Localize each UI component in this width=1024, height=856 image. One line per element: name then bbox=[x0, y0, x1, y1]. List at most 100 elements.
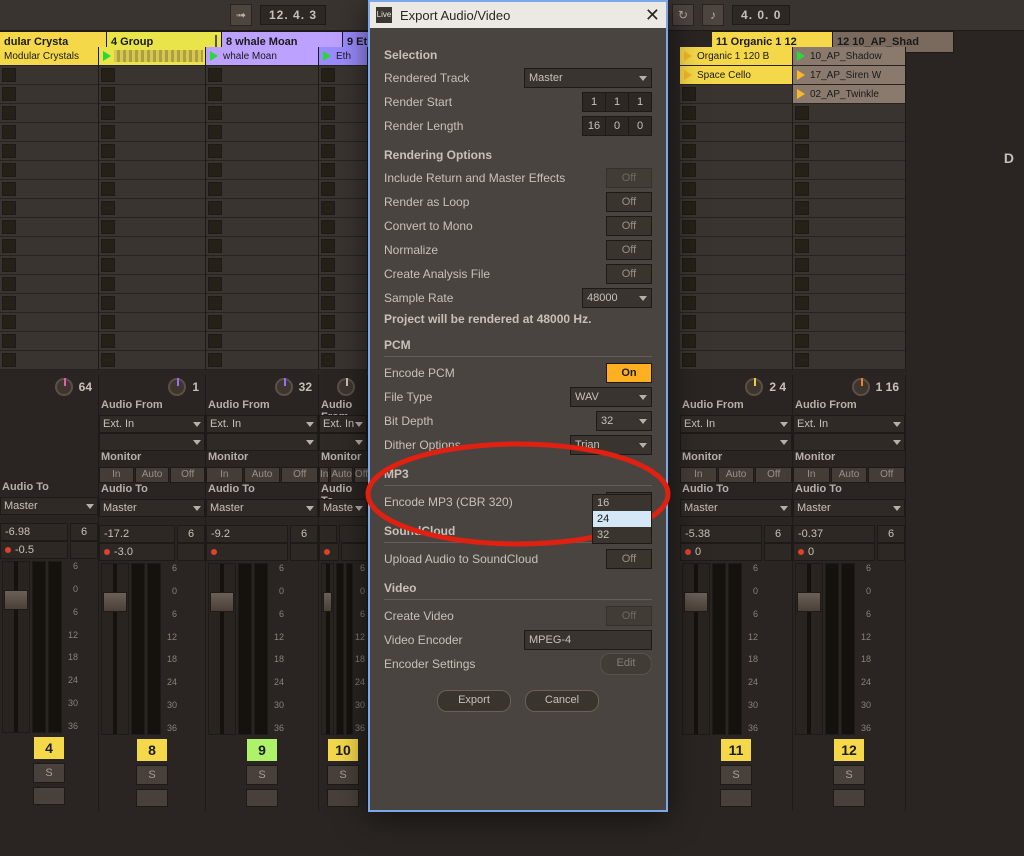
clip-slot[interactable] bbox=[319, 237, 367, 256]
clip-slot[interactable] bbox=[99, 294, 205, 313]
clip-slot[interactable] bbox=[0, 85, 98, 104]
render-loop-toggle[interactable]: Off bbox=[606, 192, 652, 212]
clip-slot[interactable] bbox=[0, 142, 98, 161]
clip-slot[interactable] bbox=[319, 161, 367, 180]
audio-from-select[interactable]: Ext. In bbox=[206, 415, 318, 433]
audio-from-channel[interactable] bbox=[99, 433, 205, 451]
clip-slot[interactable] bbox=[680, 142, 792, 161]
clip-slot[interactable] bbox=[206, 123, 318, 142]
clip-slot[interactable] bbox=[680, 256, 792, 275]
send-b[interactable] bbox=[319, 543, 339, 561]
send-value[interactable]: 6 bbox=[877, 525, 905, 543]
clip-slot[interactable] bbox=[319, 142, 367, 161]
send-b[interactable]: 0 bbox=[793, 543, 875, 561]
clip-slot[interactable] bbox=[319, 218, 367, 237]
pan-knob[interactable] bbox=[852, 378, 870, 396]
record-button[interactable] bbox=[327, 789, 359, 807]
clip-slot[interactable]: whale Moan bbox=[206, 47, 318, 66]
solo-button[interactable]: S bbox=[720, 765, 752, 785]
clip-slot[interactable] bbox=[680, 85, 792, 104]
volume-fader[interactable] bbox=[795, 563, 823, 735]
track-activator[interactable]: 11 bbox=[721, 739, 751, 761]
clip-slot[interactable] bbox=[680, 104, 792, 123]
clip-slot[interactable] bbox=[0, 199, 98, 218]
clip-slot[interactable] bbox=[99, 351, 205, 370]
clip-slot[interactable] bbox=[319, 199, 367, 218]
export-button[interactable]: Export bbox=[437, 690, 511, 712]
clip-slot[interactable] bbox=[206, 66, 318, 85]
soundcloud-toggle[interactable]: Off bbox=[606, 549, 652, 569]
clip-slot[interactable] bbox=[319, 123, 367, 142]
send-b[interactable]: -3.0 bbox=[99, 543, 175, 561]
clip-slot[interactable]: 10_AP_Shadow bbox=[793, 47, 905, 66]
clip-slot[interactable] bbox=[206, 275, 318, 294]
monitor-off[interactable]: Off bbox=[354, 467, 369, 483]
clip-slot[interactable] bbox=[206, 237, 318, 256]
audio-to-select[interactable]: Maste bbox=[319, 499, 367, 517]
audio-to-select[interactable]: Master bbox=[0, 497, 98, 515]
send-a[interactable] bbox=[319, 525, 337, 543]
track-activator[interactable]: 9 bbox=[247, 739, 277, 761]
track-activator[interactable]: 4 bbox=[34, 737, 64, 759]
clip-slot[interactable] bbox=[0, 123, 98, 142]
monitor-off[interactable]: Off bbox=[170, 467, 205, 483]
clip-slot[interactable] bbox=[680, 237, 792, 256]
clip-slot[interactable] bbox=[206, 104, 318, 123]
clip-slot[interactable] bbox=[99, 237, 205, 256]
send-value[interactable]: 6 bbox=[70, 523, 98, 541]
clip-slot[interactable] bbox=[0, 66, 98, 85]
clip-slot[interactable] bbox=[0, 180, 98, 199]
audio-from-channel[interactable] bbox=[319, 433, 367, 451]
clip-slot[interactable] bbox=[99, 66, 205, 85]
loop-icon[interactable]: ↻ bbox=[672, 4, 694, 26]
bit-depth-option-24[interactable]: 24 bbox=[593, 511, 651, 527]
create-video-toggle[interactable]: Off bbox=[606, 606, 652, 626]
monitor-in[interactable]: In bbox=[680, 467, 717, 483]
monitor-in[interactable]: In bbox=[99, 467, 134, 483]
bit-depth-option-16[interactable]: 16 bbox=[593, 495, 651, 511]
dither-select[interactable]: Trian bbox=[570, 435, 652, 455]
video-encoder-select[interactable]: MPEG-4 bbox=[524, 630, 652, 650]
clip-slot[interactable] bbox=[99, 104, 205, 123]
render-start-field[interactable]: 111 bbox=[582, 92, 652, 112]
clip-slot[interactable]: 17_AP_Siren W bbox=[793, 66, 905, 85]
solo-button[interactable]: S bbox=[33, 763, 65, 783]
clip-slot[interactable] bbox=[99, 256, 205, 275]
audio-from-select[interactable]: Ext. In bbox=[680, 415, 792, 433]
clip-slot[interactable] bbox=[680, 313, 792, 332]
clip-slot[interactable] bbox=[99, 218, 205, 237]
clip-slot[interactable] bbox=[99, 123, 205, 142]
audio-to-select[interactable]: Master bbox=[206, 499, 318, 517]
track-activator[interactable]: 12 bbox=[834, 739, 864, 761]
solo-button[interactable]: S bbox=[136, 765, 168, 785]
clip-slot[interactable]: Organic 1 120 B bbox=[680, 47, 792, 66]
file-type-select[interactable]: WAV bbox=[570, 387, 652, 407]
send-a[interactable]: -0.37 bbox=[793, 525, 875, 543]
clip-slot[interactable] bbox=[793, 332, 905, 351]
clip-slot[interactable] bbox=[319, 332, 367, 351]
clip-slot[interactable] bbox=[0, 294, 98, 313]
send-value[interactable]: 6 bbox=[764, 525, 792, 543]
clip-slot[interactable] bbox=[99, 161, 205, 180]
send-value[interactable]: 6 bbox=[177, 525, 205, 543]
monitor-auto[interactable]: Auto bbox=[244, 467, 281, 483]
send-a[interactable]: -6.98 bbox=[0, 523, 68, 541]
send-b[interactable]: 0 bbox=[680, 543, 762, 561]
bar-beat-readout[interactable]: 12. 4. 3 bbox=[260, 5, 326, 25]
clip-slot[interactable] bbox=[206, 332, 318, 351]
clip-slot[interactable] bbox=[0, 237, 98, 256]
monitor-in[interactable]: In bbox=[319, 467, 329, 483]
clip-slot[interactable] bbox=[99, 142, 205, 161]
clip-slot[interactable] bbox=[680, 332, 792, 351]
convert-mono-toggle[interactable]: Off bbox=[606, 216, 652, 236]
clip-slot[interactable] bbox=[793, 180, 905, 199]
clip-slot[interactable] bbox=[206, 218, 318, 237]
clip-slot[interactable] bbox=[793, 104, 905, 123]
monitor-auto[interactable]: Auto bbox=[135, 467, 170, 483]
clip-slot[interactable] bbox=[0, 275, 98, 294]
clip-slot[interactable] bbox=[0, 332, 98, 351]
bit-depth-menu[interactable]: 16 24 32 bbox=[592, 494, 652, 544]
audio-from-select[interactable]: Ext. In bbox=[99, 415, 205, 433]
clip-slot[interactable] bbox=[319, 256, 367, 275]
pan-knob[interactable] bbox=[275, 378, 293, 396]
